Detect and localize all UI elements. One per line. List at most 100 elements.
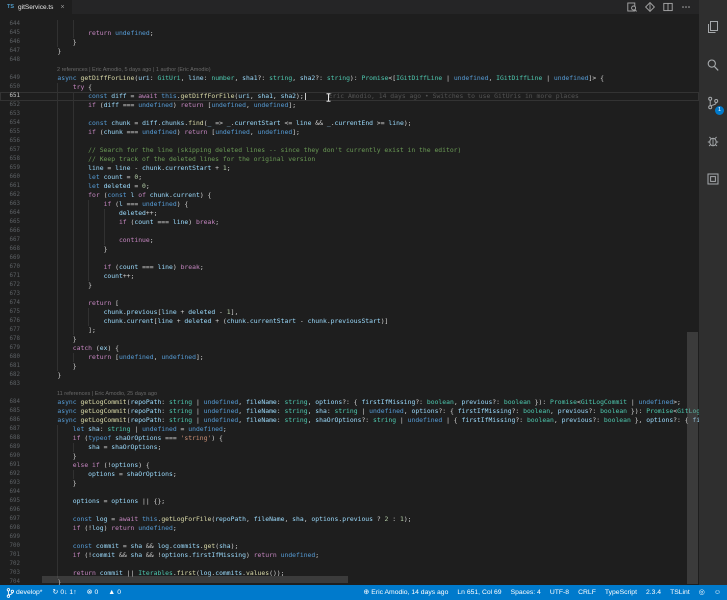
code-line-653[interactable]: 653 bbox=[0, 110, 699, 119]
code-line-673[interactable]: 673 bbox=[0, 290, 699, 299]
code-line-648[interactable]: 648 bbox=[0, 56, 699, 65]
line-number[interactable]: 684 bbox=[0, 398, 20, 407]
line-number[interactable]: 672 bbox=[0, 281, 20, 290]
code-line-683[interactable]: 683 bbox=[0, 380, 699, 389]
code-line-663[interactable]: 663 if (l === undefined) { bbox=[0, 200, 699, 209]
code-line-698[interactable]: 698 if (!log) return undefined; bbox=[0, 524, 699, 533]
indentation[interactable]: Spaces: 4 bbox=[511, 589, 541, 596]
code-line-644[interactable]: 644 bbox=[0, 20, 699, 29]
code-line-682[interactable]: 682 } bbox=[0, 371, 699, 380]
line-number[interactable]: 674 bbox=[0, 299, 20, 308]
code-line-699[interactable]: 699 bbox=[0, 533, 699, 542]
code-line-697[interactable]: 697 const log = await this.getLogForFile… bbox=[0, 515, 699, 524]
code-line-684[interactable]: 684 async getLogCommit(repoPath: string … bbox=[0, 398, 699, 407]
line-number[interactable]: 661 bbox=[0, 182, 20, 191]
line-number[interactable]: 698 bbox=[0, 524, 20, 533]
line-number[interactable]: 702 bbox=[0, 560, 20, 569]
line-number[interactable]: 675 bbox=[0, 308, 20, 317]
line-number[interactable]: 679 bbox=[0, 344, 20, 353]
cursor-position[interactable]: Ln 651, Col 69 bbox=[457, 589, 501, 596]
line-number[interactable]: 685 bbox=[0, 407, 20, 416]
line-number[interactable]: 645 bbox=[0, 29, 20, 38]
line-number[interactable]: 681 bbox=[0, 362, 20, 371]
more-actions-icon[interactable] bbox=[681, 2, 691, 12]
extensions-icon[interactable] bbox=[699, 160, 727, 198]
code-line-696[interactable]: 696 bbox=[0, 506, 699, 515]
code-line-700[interactable]: 700 const commit = sha && log.commits.ge… bbox=[0, 542, 699, 551]
line-number[interactable]: 700 bbox=[0, 542, 20, 551]
tab-close-icon[interactable]: × bbox=[60, 4, 64, 11]
typescript-version[interactable]: 2.3.4 bbox=[646, 589, 661, 596]
code-line-652[interactable]: 652 if (diff === undefined) return [unde… bbox=[0, 101, 699, 110]
line-number[interactable]: 646 bbox=[0, 38, 20, 47]
code-line-668[interactable]: 668 } bbox=[0, 245, 699, 254]
code-line-694[interactable]: 694 bbox=[0, 488, 699, 497]
code-line-656[interactable]: 656 bbox=[0, 137, 699, 146]
code-editor[interactable]: 644 645 return undefined; 646 } 647 } 648 2 r… bbox=[0, 14, 699, 585]
gitlens-icon[interactable] bbox=[645, 2, 655, 12]
line-number[interactable]: 689 bbox=[0, 443, 20, 452]
code-line-666[interactable]: 666 bbox=[0, 227, 699, 236]
line-number[interactable]: 695 bbox=[0, 497, 20, 506]
line-number[interactable]: 701 bbox=[0, 551, 20, 560]
line-number[interactable]: 665 bbox=[0, 218, 20, 227]
code-line-645[interactable]: 645 return undefined; bbox=[0, 29, 699, 38]
line-number[interactable]: 664 bbox=[0, 209, 20, 218]
eye-status[interactable]: ◎ bbox=[699, 589, 705, 596]
code-line-693[interactable]: 693 } bbox=[0, 479, 699, 488]
language-mode[interactable]: TypeScript bbox=[605, 589, 637, 596]
code-line-685[interactable]: 685 async getLogCommit(repoPath: string … bbox=[0, 407, 699, 416]
line-number[interactable]: 648 bbox=[0, 56, 20, 65]
line-number[interactable]: 688 bbox=[0, 434, 20, 443]
code-line-655[interactable]: 655 if (chunk === undefined) return [und… bbox=[0, 128, 699, 137]
code-line-681[interactable]: 681 } bbox=[0, 362, 699, 371]
line-number[interactable]: 654 bbox=[0, 119, 20, 128]
vertical-scrollbar[interactable] bbox=[687, 332, 698, 584]
line-number[interactable]: 649 bbox=[0, 74, 20, 83]
sync-status[interactable]: ↻ 0↓ 1↑ bbox=[52, 589, 76, 596]
code-line-672[interactable]: 672 } bbox=[0, 281, 699, 290]
line-number[interactable]: 694 bbox=[0, 488, 20, 497]
code-line-676[interactable]: 676 chunk.current[line + deleted + (chun… bbox=[0, 317, 699, 326]
code-line-664[interactable]: 664 deleted++; bbox=[0, 209, 699, 218]
line-number[interactable]: 692 bbox=[0, 470, 20, 479]
code-line-669[interactable]: 669 bbox=[0, 254, 699, 263]
line-number[interactable]: 650 bbox=[0, 83, 20, 92]
code-line-690[interactable]: 690 } bbox=[0, 452, 699, 461]
line-number[interactable]: 658 bbox=[0, 155, 20, 164]
eol-sequence[interactable]: CRLF bbox=[578, 589, 596, 596]
code-line-689[interactable]: 689 sha = shaOrOptions; bbox=[0, 443, 699, 452]
line-number[interactable]: 693 bbox=[0, 479, 20, 488]
code-line-674[interactable]: 674 return [ bbox=[0, 299, 699, 308]
code-line-702[interactable]: 702 bbox=[0, 560, 699, 569]
gitlens-blame-status[interactable]: ⊕ Eric Amodio, 14 days ago bbox=[363, 589, 448, 596]
line-number[interactable]: 669 bbox=[0, 254, 20, 263]
line-number[interactable]: 647 bbox=[0, 47, 20, 56]
line-number[interactable]: 696 bbox=[0, 506, 20, 515]
codelens-row[interactable]: 11 references | Eric Amodio, 25 days ago bbox=[0, 389, 699, 398]
code-line-701[interactable]: 701 if (!commit && sha && !options.first… bbox=[0, 551, 699, 560]
tslint-status[interactable]: TSLint bbox=[670, 589, 690, 596]
line-number[interactable]: 652 bbox=[0, 101, 20, 110]
code-line-651[interactable]: 651 const diff = await this.getDiffForFi… bbox=[0, 92, 699, 101]
code-line-670[interactable]: 670 if (count === line) break; bbox=[0, 263, 699, 272]
code-line-686[interactable]: 686 async getLogCommit(repoPath: string … bbox=[0, 416, 699, 425]
line-number[interactable]: 655 bbox=[0, 128, 20, 137]
line-number[interactable]: 653 bbox=[0, 110, 20, 119]
line-number[interactable]: 676 bbox=[0, 317, 20, 326]
warnings-count[interactable]: ▲ 0 bbox=[108, 589, 121, 596]
line-number[interactable]: 666 bbox=[0, 227, 20, 236]
horizontal-scrollbar[interactable] bbox=[42, 576, 348, 583]
line-number[interactable]: 657 bbox=[0, 146, 20, 155]
line-number[interactable]: 697 bbox=[0, 515, 20, 524]
debug-icon[interactable] bbox=[699, 122, 727, 160]
code-line-680[interactable]: 680 return [undefined, undefined]; bbox=[0, 353, 699, 362]
files-icon[interactable] bbox=[699, 8, 727, 46]
split-editor-icon[interactable] bbox=[663, 2, 673, 12]
line-number[interactable]: 687 bbox=[0, 425, 20, 434]
code-line-647[interactable]: 647 } bbox=[0, 47, 699, 56]
tab-gitservice-ts[interactable]: TS gitService.ts × bbox=[0, 0, 72, 14]
line-number[interactable]: 690 bbox=[0, 452, 20, 461]
errors-count[interactable]: ⊗ 0 bbox=[87, 589, 99, 596]
code-line-665[interactable]: 665 if (count === line) break; bbox=[0, 218, 699, 227]
